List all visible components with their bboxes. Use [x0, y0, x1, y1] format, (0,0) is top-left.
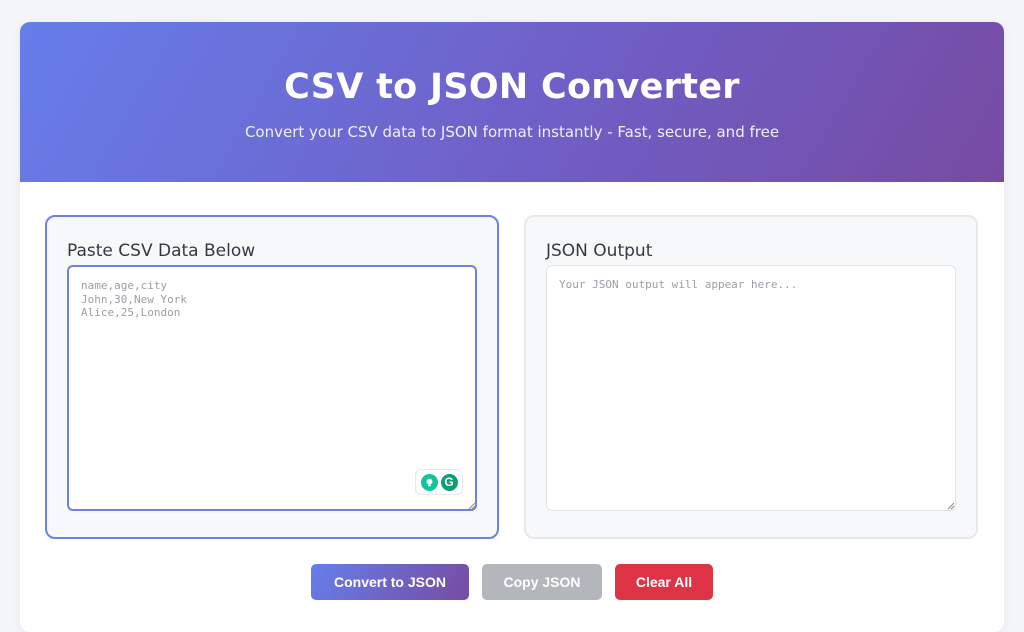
- resize-handle-icon[interactable]: [468, 502, 476, 510]
- page-subtitle: Convert your CSV data to JSON format ins…: [244, 123, 780, 141]
- convert-button[interactable]: Convert to JSON: [311, 564, 469, 600]
- lightbulb-icon[interactable]: [420, 473, 438, 491]
- json-output-textarea[interactable]: [546, 265, 956, 511]
- json-output-title: JSON Output: [546, 241, 653, 261]
- page-title: CSV to JSON Converter: [284, 67, 740, 107]
- resize-handle-icon[interactable]: [947, 502, 955, 510]
- grammarly-g-icon[interactable]: G: [440, 473, 458, 491]
- csv-input-panel: Paste CSV Data Below G: [45, 215, 499, 539]
- copy-json-button[interactable]: Copy JSON: [482, 564, 602, 600]
- page-header: CSV to JSON Converter Convert your CSV d…: [20, 22, 1004, 182]
- action-buttons: Convert to JSON Copy JSON Clear All: [20, 564, 1004, 600]
- csv-input-title: Paste CSV Data Below: [67, 241, 256, 261]
- converter-card: CSV to JSON Converter Convert your CSV d…: [20, 22, 1004, 632]
- clear-all-button[interactable]: Clear All: [615, 564, 713, 600]
- grammarly-widget[interactable]: G: [415, 469, 463, 495]
- json-output-panel: JSON Output: [524, 215, 978, 539]
